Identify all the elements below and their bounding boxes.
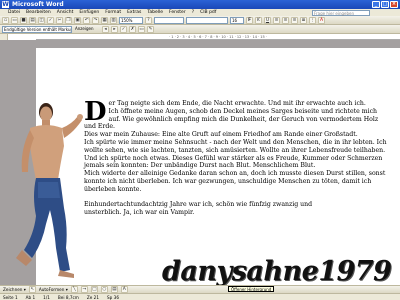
menu-datei[interactable]: Datei bbox=[8, 10, 20, 15]
style-select[interactable] bbox=[154, 16, 184, 24]
paragraph-4: Ich spürte wie immer meine Sehnsucht - n… bbox=[84, 138, 387, 154]
arrow-tool-icon[interactable]: → bbox=[80, 286, 88, 293]
markup-view-select[interactable]: Endgültige Version enthält Markups bbox=[2, 25, 72, 33]
table-icon[interactable]: ▦ bbox=[101, 16, 108, 24]
window-title: Microsoft Word bbox=[12, 1, 64, 8]
status-column: Sp 36 bbox=[107, 294, 119, 300]
paragraph-2: Ich öffnete meine Augen, schob den Decke… bbox=[84, 107, 379, 131]
track-changes-icon[interactable]: ✎ bbox=[147, 25, 154, 33]
next-change-icon[interactable]: ▸ bbox=[111, 25, 118, 33]
oval-tool-icon[interactable]: ○ bbox=[100, 286, 108, 293]
spellcheck-icon[interactable]: ✓ bbox=[47, 16, 54, 24]
justify-icon[interactable]: ≣ bbox=[300, 16, 307, 24]
drawing-toolbar: Zeichnen ▾ ↖ AutoFormen ▾ ╲ → □ ○ ▤ A bbox=[0, 285, 400, 293]
paragraph-5: Und ich spürte noch etwas. Dieses Gefühl… bbox=[84, 154, 383, 170]
draw-menu-button[interactable]: Zeichnen ▾ bbox=[3, 287, 26, 292]
paragraph-1: Der Tag neigte sich dem Ende, die Nacht … bbox=[84, 97, 366, 127]
maximize-button[interactable]: □ bbox=[381, 1, 389, 8]
accept-change-icon[interactable]: ✓ bbox=[120, 25, 127, 33]
zoom-select[interactable]: 150% bbox=[119, 16, 143, 24]
copy-icon[interactable]: ❐ bbox=[65, 16, 72, 24]
menu-extras[interactable]: Extras bbox=[127, 10, 141, 15]
line-tool-icon[interactable]: ╲ bbox=[70, 286, 78, 293]
menu-einfuegen[interactable]: Einfügen bbox=[79, 10, 99, 15]
previous-change-icon[interactable]: ◂ bbox=[102, 25, 109, 33]
help-icon[interactable]: ? bbox=[145, 16, 152, 24]
save-icon[interactable]: ■ bbox=[20, 16, 27, 24]
paragraph-3: Dies war mein Zuhause: Eine alte Gruft a… bbox=[84, 131, 358, 139]
status-pages: 1/1 bbox=[43, 294, 50, 300]
paragraph-7-line-2: unsterblich. Ja, ich war ein Vampir. bbox=[84, 209, 195, 217]
redo-icon[interactable]: ↷ bbox=[92, 16, 99, 24]
status-bar: Seite 1 Ab 1 1/1 Bei 8,7cm Ze 21 Sp 36 bbox=[0, 293, 400, 300]
minimize-button[interactable]: _ bbox=[372, 1, 380, 8]
menu-tabelle[interactable]: Tabelle bbox=[147, 10, 163, 15]
new-comment-icon[interactable]: ▭ bbox=[138, 25, 145, 33]
print-icon[interactable]: ▤ bbox=[29, 16, 36, 24]
word-icon: W bbox=[2, 1, 9, 8]
paragraph-6: Mich widerte der alleinige Gedanke daran… bbox=[84, 170, 386, 193]
menu-cib-pdf[interactable]: CIB pdf bbox=[200, 10, 216, 15]
select-arrow-icon[interactable]: ↖ bbox=[28, 286, 36, 293]
window-title-bar: W Microsoft Word _ □ × bbox=[0, 0, 400, 9]
italic-icon[interactable]: K bbox=[255, 16, 262, 24]
vampire-figure-image bbox=[16, 103, 83, 278]
open-folder-icon[interactable]: ▭ bbox=[11, 16, 18, 24]
font-size-select[interactable]: 16 bbox=[230, 16, 244, 24]
font-select[interactable] bbox=[186, 16, 228, 24]
status-page: Seite 1 bbox=[3, 294, 18, 300]
close-button[interactable]: × bbox=[390, 1, 398, 8]
tooltip: Öffener Hintergrund bbox=[228, 286, 275, 292]
paragraph-7-line-1: Einhundertachtundachtzig Jahre war ich, … bbox=[84, 201, 313, 209]
columns-icon[interactable]: ▥ bbox=[110, 16, 117, 24]
wordart-icon[interactable]: A bbox=[120, 286, 128, 293]
reject-change-icon[interactable]: ✗ bbox=[129, 25, 136, 33]
signature-watermark: danysahne1979 bbox=[162, 256, 392, 287]
menu-format[interactable]: Format bbox=[105, 10, 121, 15]
underline-icon[interactable]: U bbox=[264, 16, 271, 24]
undo-icon[interactable]: ↶ bbox=[83, 16, 90, 24]
status-line: Ze 21 bbox=[86, 294, 100, 300]
status-section: Ab 1 bbox=[25, 294, 36, 300]
window-controls: _ □ × bbox=[372, 1, 398, 8]
status-position: Bei 8,7cm bbox=[57, 294, 79, 300]
bold-icon[interactable]: F bbox=[246, 16, 253, 24]
menu-bearbeiten[interactable]: Bearbeiten bbox=[26, 10, 51, 15]
menu-fenster[interactable]: Fenster bbox=[169, 10, 186, 15]
document-text[interactable]: Der Tag neigte sich dem Ende, die Nacht … bbox=[84, 97, 390, 217]
align-center-icon[interactable]: ≡ bbox=[282, 16, 289, 24]
ruler-marks: · 1 · 2 · 3 · 4 · 5 · 6 · 7 · 8 · 9 · 10… bbox=[169, 34, 267, 39]
menu-ansicht[interactable]: Ansicht bbox=[57, 10, 74, 15]
cut-icon[interactable]: ✂ bbox=[56, 16, 63, 24]
textbox-tool-icon[interactable]: ▤ bbox=[110, 286, 118, 293]
align-left-icon[interactable]: ≡ bbox=[273, 16, 280, 24]
paste-icon[interactable]: ▣ bbox=[74, 16, 81, 24]
autoshapes-menu-button[interactable]: AutoFormen ▾ bbox=[39, 287, 68, 292]
font-color-icon[interactable]: A bbox=[318, 16, 325, 24]
rectangle-tool-icon[interactable]: □ bbox=[90, 286, 98, 293]
numbering-icon[interactable]: ⋮ bbox=[309, 16, 316, 24]
align-right-icon[interactable]: ≡ bbox=[291, 16, 298, 24]
standard-toolbar: ▫ ▭ ■ ▤ ◫ ✓ ✂ ❐ ▣ ↶ ↷ ▦ ▥ 150% ? 16 F K … bbox=[0, 16, 400, 25]
show-markup-button[interactable]: Anzeigen bbox=[74, 26, 100, 33]
review-toolbar: Endgültige Version enthält Markups Anzei… bbox=[0, 25, 400, 34]
new-document-icon[interactable]: ▫ bbox=[2, 16, 9, 24]
preview-icon[interactable]: ◫ bbox=[38, 16, 45, 24]
menu-help[interactable]: ? bbox=[192, 10, 194, 15]
help-search-input[interactable]: Frage hier eingeben bbox=[312, 9, 370, 16]
